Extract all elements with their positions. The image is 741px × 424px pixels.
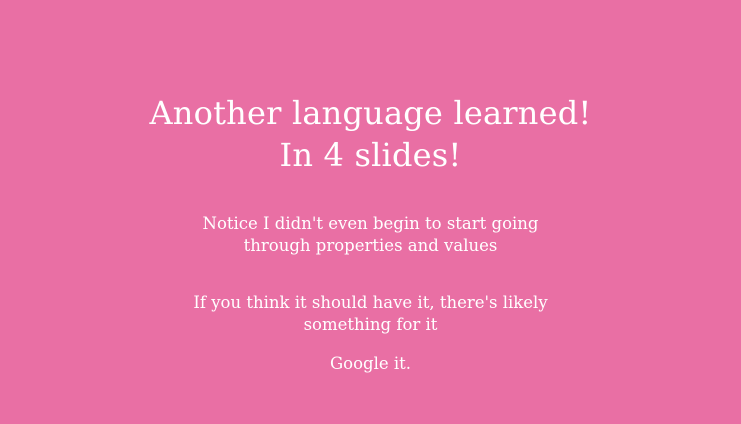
paragraph-line: Notice I didn't even begin to start goin… — [202, 214, 539, 233]
slide-paragraph-properties-note: Notice I didn't even begin to start goin… — [0, 213, 741, 257]
slide-title-line-1: Another language learned! — [149, 94, 592, 132]
paragraph-line: something for it — [303, 315, 438, 334]
paragraph-line: If you think it should have it, there's … — [193, 293, 548, 312]
slide-title-line-2: In 4 slides! — [279, 136, 462, 174]
slide-title: Another language learned! In 4 slides! — [0, 92, 741, 176]
slide-paragraph-likely-something: If you think it should have it, there's … — [0, 292, 741, 336]
slide: Another language learned! In 4 slides! N… — [0, 0, 741, 424]
paragraph-line: through properties and values — [243, 236, 498, 255]
paragraph-line: Google it. — [329, 354, 412, 373]
slide-paragraph-google-it: Google it. — [0, 353, 741, 375]
